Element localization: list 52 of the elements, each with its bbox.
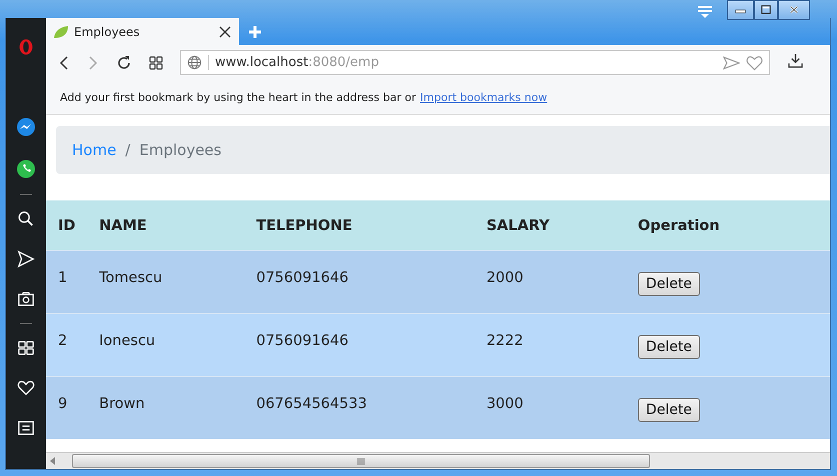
table-cell: 2000 [486,270,524,286]
camera-icon[interactable] [17,290,35,308]
delete-button[interactable]: Delete [638,272,700,296]
speed-dial-icon[interactable] [149,56,163,70]
url-text: www.localhost:8080/emp [208,55,717,70]
table-cell: 0756091646 [256,270,348,286]
send-page-icon[interactable] [723,56,740,70]
bookmark-heart-icon[interactable] [746,54,763,70]
column-header: NAME [99,218,147,234]
table-cell: 2222 [486,333,524,349]
globe-icon[interactable] [187,55,202,70]
column-header: Operation [638,218,720,234]
delete-button[interactable]: Delete [638,398,700,422]
maximize-icon[interactable] [754,0,778,20]
column-header: ID [58,218,76,234]
bookmark-hint: Add your first bookmark by using the heart in the address bar or [60,90,416,104]
table-cell: 2 [58,333,68,349]
table-cell: Brown [99,396,145,412]
reload-icon[interactable] [116,54,132,70]
delete-button[interactable]: Delete [638,335,700,359]
back-icon[interactable] [58,54,70,70]
grid-icon[interactable] [17,339,35,357]
table-cell: 067654564533 [256,396,367,412]
browser-tab[interactable]: Employees [46,18,239,45]
table-cell: Tomescu [99,270,162,286]
import-bookmarks-link[interactable]: Import bookmarks now [420,90,548,104]
news-icon[interactable] [17,419,35,437]
table-cell: 3000 [486,396,524,412]
scroll-left-icon[interactable] [50,457,55,465]
breadcrumb-separator: / [125,141,130,159]
column-header: SALARY [486,218,550,234]
opera-logo-icon[interactable] [18,37,34,57]
table-cell: Ionescu [99,333,156,349]
breadcrumb-current: Employees [139,141,222,159]
close-tab-icon[interactable] [219,26,231,38]
new-tab-icon[interactable] [248,24,262,38]
close-icon[interactable] [778,0,810,20]
menu-icon[interactable] [697,4,713,20]
address-field[interactable]: www.localhost:8080/emp [180,50,770,75]
table-cell: 1 [58,270,68,286]
table-cell: 0756091646 [256,333,348,349]
table-cell: 9 [58,396,68,412]
search-icon[interactable] [17,210,35,228]
horizontal-scrollbar[interactable] [46,452,830,469]
minimize-icon[interactable] [727,0,754,20]
messenger-icon[interactable] [16,117,36,137]
column-header: TELEPHONE [256,218,352,234]
download-icon[interactable] [788,53,803,68]
send-icon[interactable] [17,250,35,268]
grip-icon [357,458,365,464]
whatsapp-icon[interactable] [16,159,36,179]
heart-icon[interactable] [16,379,36,397]
